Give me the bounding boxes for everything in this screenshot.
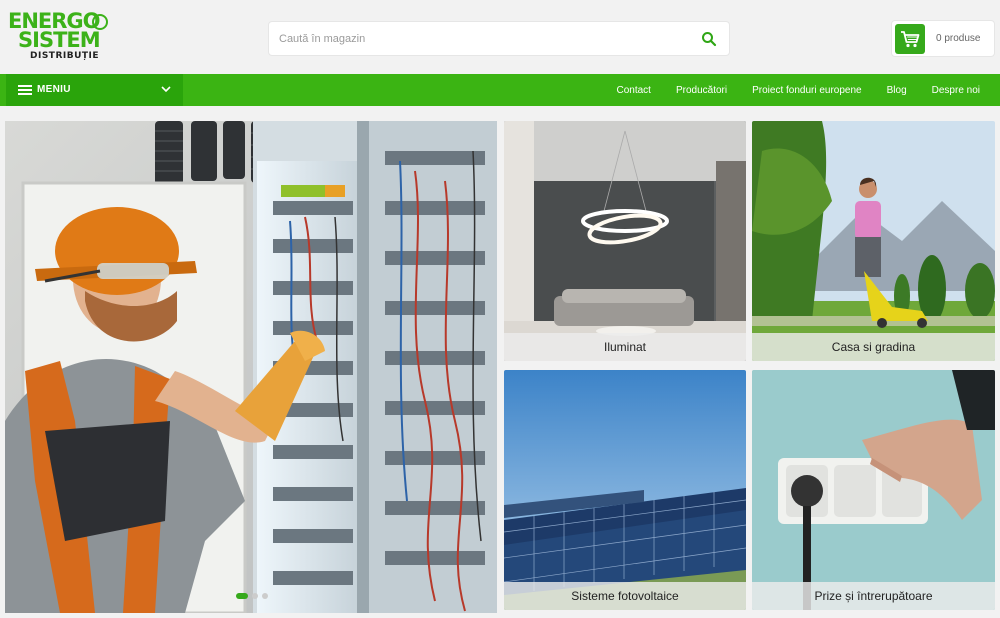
site-header: ENERGO SISTEM DISTRIBUȚIE 0 produse — [0, 0, 1000, 74]
slider-dots — [236, 593, 272, 601]
nav-link-blog[interactable]: Blog — [887, 85, 907, 96]
category-tile-casa-si-gradina[interactable]: Casa si gradina — [752, 121, 995, 361]
category-label: Prize și întrerupătoare — [752, 582, 995, 610]
hero-slider[interactable] — [5, 121, 497, 613]
menu-button[interactable]: MENIU — [6, 74, 183, 106]
bolt-icon — [92, 14, 108, 30]
hamburger-icon — [18, 85, 32, 95]
category-label: Casa si gradina — [752, 333, 995, 361]
nav-link-proiect-fonduri[interactable]: Proiect fonduri europene — [752, 85, 862, 96]
slider-dot-1[interactable] — [236, 593, 248, 599]
nav-link-contact[interactable]: Contact — [616, 85, 650, 96]
casa-si-gradina-image — [752, 121, 995, 361]
chevron-down-icon — [161, 86, 171, 93]
brand-logo[interactable]: ENERGO SISTEM DISTRIBUȚIE — [8, 11, 108, 64]
category-label: Sisteme fotovoltaice — [504, 582, 746, 610]
menu-label: MENIU — [37, 84, 71, 95]
main-navbar: MENIU Contact Producători Proiect fondur… — [0, 74, 1000, 106]
cart-icon — [895, 24, 925, 54]
nav-link-despre-noi[interactable]: Despre noi — [932, 85, 980, 96]
hero-image — [5, 121, 497, 613]
cart-count: 0 produse — [936, 33, 981, 44]
search-icon[interactable] — [701, 31, 717, 47]
logo-line-2: SISTEM — [18, 28, 101, 52]
slider-dot-3[interactable] — [262, 593, 268, 599]
slider-dot-2[interactable] — [252, 593, 258, 599]
category-tile-sisteme-fotovoltaice[interactable]: Sisteme fotovoltaice — [504, 370, 746, 610]
category-tile-prize-si-intrerupatoare[interactable]: Prize și întrerupătoare — [752, 370, 995, 610]
search-bar — [268, 21, 730, 56]
sisteme-fotovoltaice-image — [504, 370, 746, 610]
search-input[interactable] — [279, 30, 679, 48]
cart-button[interactable]: 0 produse — [891, 20, 995, 57]
prize-si-intrerupatoare-image — [752, 370, 995, 610]
nav-link-producatori[interactable]: Producători — [676, 85, 727, 96]
nav-links: Contact Producători Proiect fonduri euro… — [591, 74, 980, 106]
iluminat-image — [504, 121, 746, 361]
logo-line-3: DISTRIBUȚIE — [30, 51, 100, 61]
category-label: Iluminat — [504, 333, 746, 361]
category-tile-iluminat[interactable]: Iluminat — [504, 121, 746, 361]
